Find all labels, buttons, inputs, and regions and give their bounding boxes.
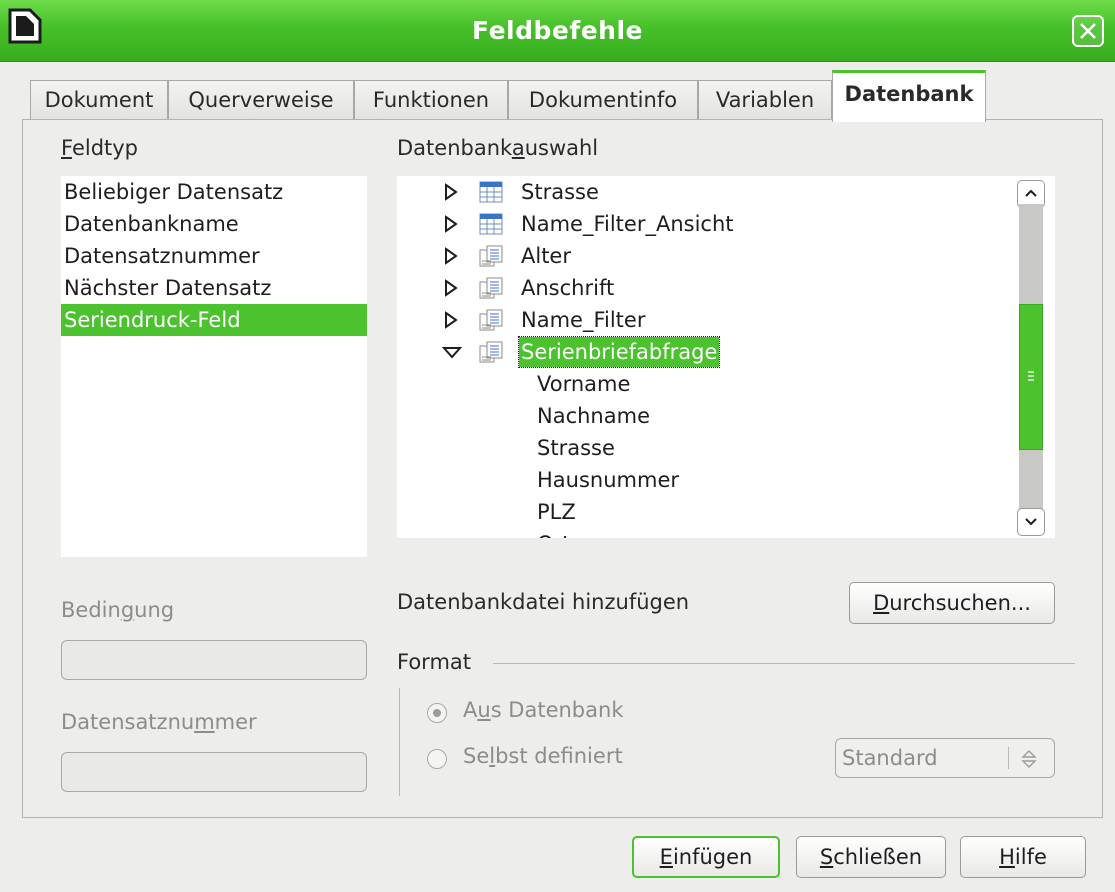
browse-button[interactable]: Durchsuchen... <box>849 582 1055 624</box>
scroll-track[interactable] <box>1019 204 1043 510</box>
grip-icon <box>1028 371 1034 381</box>
expand-arrow-icon[interactable] <box>441 208 463 240</box>
query-icon <box>479 341 503 363</box>
close-icon <box>1080 23 1096 39</box>
tree-item[interactable]: Name_Filter <box>397 304 1007 336</box>
table-icon <box>479 213 503 235</box>
tree-item-label: Strasse <box>521 180 599 204</box>
help-button[interactable]: Hilfe <box>960 836 1086 878</box>
close-dialog-button[interactable]: Schließen <box>796 836 946 878</box>
list-item[interactable]: Beliebiger Datensatz <box>61 176 367 208</box>
bedingung-label: Bedingung <box>61 598 175 622</box>
tab-dokument[interactable]: Dokument <box>30 80 168 120</box>
tab-querverweise[interactable]: Querverweise <box>168 80 354 120</box>
window-title: Feldbefehle <box>472 16 643 45</box>
expand-arrow-icon[interactable] <box>441 304 463 336</box>
tab-datenbank[interactable]: Datenbank <box>832 70 986 122</box>
expand-arrow-icon[interactable] <box>441 176 463 208</box>
format-combo-value: Standard <box>842 746 938 770</box>
datenbankauswahl-label: Datenbankauswahl <box>397 136 599 160</box>
feldtyp-list[interactable]: Beliebiger Datensatz Datenbankname Daten… <box>61 176 367 557</box>
combo-separator <box>1008 747 1009 769</box>
collapse-arrow-icon[interactable] <box>441 336 463 368</box>
list-item[interactable]: Datensatznummer <box>61 240 367 272</box>
tab-funktionen[interactable]: Funktionen <box>354 80 508 120</box>
tree-item[interactable]: Name_Filter_Ansicht <box>397 208 1007 240</box>
tree-item[interactable]: Alter <box>397 240 1007 272</box>
datensatznummer-field[interactable] <box>61 752 367 792</box>
radio-aus-datenbank[interactable] <box>427 703 447 723</box>
scroll-thumb[interactable] <box>1019 304 1043 450</box>
list-item-selected[interactable]: Seriendruck-Feld <box>61 304 367 336</box>
tree-scrollbar[interactable] <box>1015 176 1047 538</box>
tree-item-selected[interactable]: Serienbriefabfrage <box>397 336 1007 368</box>
format-combo[interactable]: Standard <box>835 738 1055 778</box>
tree-child-item[interactable]: Vorname <box>537 368 630 400</box>
tree-child-item[interactable]: PLZ <box>537 496 576 528</box>
format-label: Format <box>397 650 472 674</box>
database-tree[interactable]: Strasse Name_Filter_Ansicht Alter Anschr… <box>397 176 1055 538</box>
tree-item[interactable]: Anschrift <box>397 272 1007 304</box>
tree-item-label: Serienbriefabfrage <box>517 336 721 368</box>
tree-item-label: Anschrift <box>521 276 615 300</box>
tree-child-item[interactable]: Hausnummer <box>537 464 679 496</box>
tree-item-label: Name_Filter_Ansicht <box>521 212 734 236</box>
radio-selbst-definiert[interactable] <box>427 749 447 769</box>
insert-button[interactable]: Einfügen <box>632 836 780 878</box>
feldtyp-label: Feldtyp <box>61 136 139 160</box>
datenbank-panel: Feldtyp Beliebiger Datensatz Datenbankna… <box>22 119 1103 818</box>
format-indent-line <box>399 688 400 796</box>
radio-aus-datenbank-label: Aus Datenbank <box>463 698 624 722</box>
add-db-file-label: Datenbankdatei hinzufügen <box>397 590 690 614</box>
query-icon <box>479 245 503 267</box>
chevron-down-icon <box>1025 518 1037 526</box>
scroll-down-button[interactable] <box>1017 508 1045 536</box>
tree-item-label: Name_Filter <box>521 308 646 332</box>
list-item[interactable]: Nächster Datensatz <box>61 272 367 304</box>
tab-variablen[interactable]: Variablen <box>698 80 832 120</box>
spin-arrows-icon <box>1021 750 1037 768</box>
table-icon <box>479 181 503 203</box>
list-item[interactable]: Datenbankname <box>61 208 367 240</box>
radio-selbst-definiert-label: Selbst definiert <box>463 744 623 768</box>
format-separator <box>493 663 1075 664</box>
tree-child-item[interactable]: Strasse <box>537 432 615 464</box>
expand-arrow-icon[interactable] <box>441 240 463 272</box>
radio-checked-dot <box>433 709 441 717</box>
tree-child-item[interactable]: Nachname <box>537 400 650 432</box>
tab-dokumentinfo[interactable]: Dokumentinfo <box>508 80 698 120</box>
bedingung-field[interactable] <box>61 640 367 680</box>
tree-child-item[interactable]: Ort <box>537 528 570 538</box>
title-bar: Feldbefehle <box>0 0 1115 62</box>
datensatznummer-label: Datensatznummer <box>61 710 257 734</box>
expand-arrow-icon[interactable] <box>441 272 463 304</box>
query-icon <box>479 309 503 331</box>
close-button[interactable] <box>1072 15 1104 47</box>
query-icon <box>479 277 503 299</box>
tree-item-label: Alter <box>521 244 571 268</box>
tree-item[interactable]: Strasse <box>397 176 1007 208</box>
